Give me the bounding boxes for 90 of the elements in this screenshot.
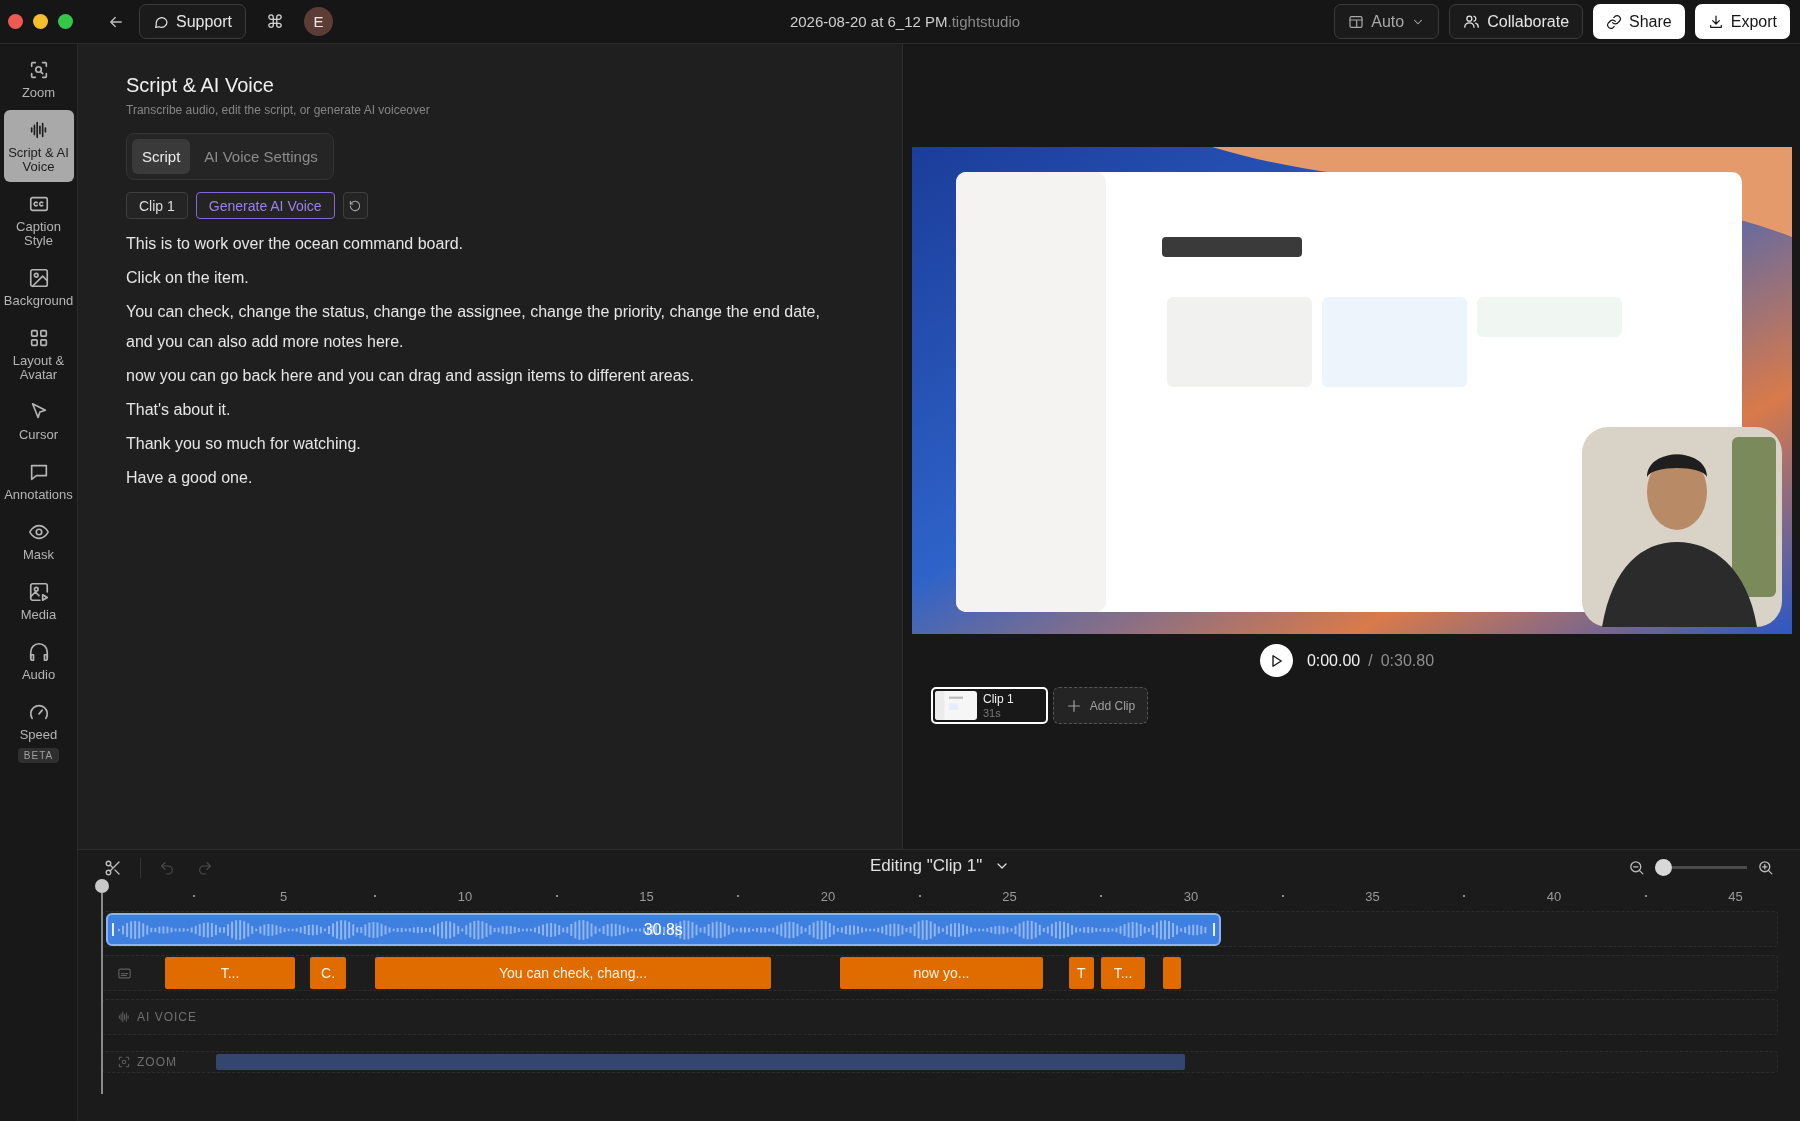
time-label: 45 (1728, 889, 1743, 904)
time-label: 30 (1183, 889, 1199, 904)
minimize-icon[interactable] (33, 14, 48, 29)
tick-mark (374, 895, 377, 897)
tab[interactable]: AI Voice Settings (194, 139, 328, 174)
script-line[interactable]: That's about it. (126, 393, 846, 427)
tick-mark (1644, 895, 1647, 897)
panel-title: Script & AI Voice (126, 74, 275, 97)
tab[interactable]: Script (132, 139, 191, 174)
window-title: 2026-08-20 at 6_12 PM.tightstudio (789, 13, 1021, 30)
playhead[interactable] (95, 879, 109, 1094)
sidebar-item[interactable]: Audio (3, 632, 74, 690)
clip-name: Clip 1 (983, 691, 1014, 706)
tick-mark (555, 895, 558, 897)
add-clip-button[interactable]: Add Clip (1053, 687, 1148, 724)
image-icon (27, 267, 50, 289)
script-line[interactable]: Click on the item. (126, 261, 846, 295)
zoom-icon (117, 1055, 131, 1069)
clip-length: 31s (983, 706, 1001, 720)
sidebar-item[interactable]: Speed (3, 692, 74, 750)
media-icon (27, 581, 50, 603)
sidebar-item[interactable]: Script & AI Voice (3, 110, 74, 182)
redo-icon (197, 859, 213, 876)
support-button[interactable]: Support (139, 4, 247, 39)
tick-mark (1100, 895, 1103, 897)
close-icon[interactable] (8, 14, 23, 29)
clip-button[interactable]: Clip 1 (126, 192, 188, 219)
audio-clip[interactable]: 30.8s (105, 913, 1221, 946)
sidebar-item[interactable]: Cursor (3, 392, 74, 450)
clip-card[interactable]: Clip 1 31s (931, 687, 1048, 724)
time-label: 25 (1002, 889, 1017, 904)
sidebar-item[interactable]: Media (3, 572, 74, 630)
headphones-icon (27, 641, 50, 663)
play-button[interactable] (1259, 644, 1293, 677)
sidebar-item[interactable]: Background (3, 258, 74, 316)
track-label: AI VOICE (137, 1010, 197, 1024)
tick-mark (1463, 895, 1466, 897)
link-icon (1606, 13, 1623, 30)
maximize-icon[interactable] (58, 14, 73, 29)
time-label: 15 (639, 889, 654, 904)
trim-handle[interactable] (111, 923, 114, 936)
zoom-in-icon (1757, 859, 1774, 876)
script-line[interactable]: Thank you so much for watching. (126, 427, 846, 461)
time-label: 40 (1546, 889, 1562, 904)
script-line[interactable]: now you can go back here and you can drag and assign items to different areas. (126, 359, 846, 393)
layout-dropdown[interactable]: Auto (1334, 4, 1440, 39)
time-separator: / (1368, 651, 1373, 670)
tick-mark (192, 895, 195, 897)
script-line[interactable]: You can check, change the status, change the assignee, change the priority, change the end date, and you can also add more notes here. (126, 295, 846, 359)
sidebar-item[interactable]: Zoom (3, 50, 74, 108)
layout-icon (1348, 13, 1365, 30)
scissors-icon (104, 858, 122, 877)
refresh-icon (348, 198, 363, 213)
export-button[interactable]: Export (1694, 4, 1790, 39)
sidebar-item[interactable]: Caption Style (3, 184, 74, 256)
plus-icon (1065, 697, 1082, 714)
script-line[interactable]: This is to work over the ocean command board. (126, 227, 846, 261)
tick-mark (1281, 895, 1284, 897)
user-avatar[interactable]: E (304, 7, 334, 36)
panel-subtitle: Transcribe audio, edit the script, or generate AI voiceover (126, 103, 431, 117)
time-label: 35 (1365, 889, 1380, 904)
time-label: 20 (820, 889, 836, 904)
current-time: 0:00.00 (1306, 651, 1361, 670)
sidebar-item[interactable]: Mask (3, 512, 74, 570)
command-key-button[interactable]: ⌘ (266, 10, 285, 33)
people-icon (1463, 13, 1481, 30)
waveform-icon (117, 1010, 131, 1024)
clip-selector-dropdown[interactable]: Editing "Clip 1" (870, 856, 1011, 876)
script-line[interactable]: Have a good one. (126, 461, 846, 495)
beta-badge: BETA (17, 748, 60, 763)
sidebar-item[interactable]: Layout & Avatar (3, 318, 74, 390)
time-label: 10 (457, 889, 473, 904)
trim-handle[interactable] (1213, 923, 1215, 936)
zoom-out-icon (1628, 859, 1645, 876)
duration: 0:30.80 (1380, 651, 1435, 670)
generate-ai-voice-button[interactable]: Generate AI Voice (195, 192, 335, 219)
collaborate-button[interactable]: Collaborate (1449, 4, 1584, 39)
clip-duration: 30.8s (643, 920, 683, 939)
caption-icon (117, 965, 132, 981)
share-button[interactable]: Share (1593, 4, 1685, 39)
tick-mark (918, 895, 921, 897)
slider-thumb[interactable] (1655, 859, 1672, 876)
download-icon (1707, 13, 1724, 30)
caption-segment[interactable] (1162, 957, 1182, 989)
time-label: 5 (279, 889, 288, 904)
sidebar-item[interactable]: Annotations (3, 452, 74, 510)
tick-mark (737, 895, 740, 897)
track-label: ZOOM (137, 1055, 177, 1069)
undo-icon (159, 859, 175, 876)
reset-button[interactable] (342, 192, 368, 219)
